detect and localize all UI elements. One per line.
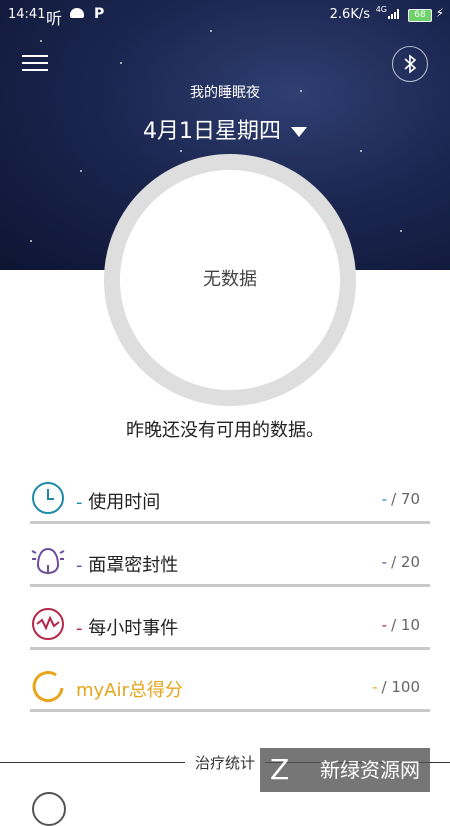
p-notification-icon: P [94, 6, 105, 22]
metric-usage-time[interactable]: - 使用时间 -/ 70 [24, 480, 430, 524]
network-type: 4G [375, 5, 387, 14]
android-icon [70, 8, 84, 18]
battery-indicator: 68 [408, 9, 432, 22]
status-bar: 14:41 听 P 2.6K/s 4G 68 ⚡ [0, 0, 450, 30]
metric-myair-score[interactable]: myAir总得分 -/ 100 [24, 668, 430, 712]
metric-value: -/ 10 [381, 616, 420, 634]
metric-divider [30, 709, 430, 712]
metric-divider [30, 521, 430, 524]
date-label: 4月1日星期四 [143, 119, 281, 144]
score-icon [32, 671, 64, 703]
watermark-text: 新绿资源网 [320, 758, 420, 782]
metric-label: - 每小时事件 [76, 618, 179, 639]
stats-icon [32, 792, 66, 826]
metric-value: -/ 70 [381, 490, 420, 508]
metric-mask-seal[interactable]: - 面罩密封性 -/ 20 [24, 543, 430, 587]
no-data-message: 昨晚还没有可用的数据。 [126, 420, 324, 441]
metric-value: -/ 100 [372, 678, 420, 696]
metric-divider [30, 584, 430, 587]
charging-icon: ⚡ [435, 6, 444, 20]
ring-status-text: 无数据 [203, 269, 257, 290]
metric-label: myAir总得分 [76, 680, 183, 701]
metric-divider [30, 647, 430, 650]
signal-icon [388, 9, 399, 19]
metric-value: -/ 20 [381, 553, 420, 571]
mask-icon [31, 547, 65, 575]
app-notification-icon: 听 [46, 9, 63, 28]
caret-down-icon [291, 127, 307, 137]
watermark: Z 新绿资源网 [260, 748, 430, 792]
bluetooth-button[interactable] [392, 46, 428, 82]
metric-label: - 使用时间 [76, 492, 161, 513]
page-subtitle: 我的睡眠夜 [190, 85, 260, 101]
date-selector[interactable]: 4月1日星期四 [0, 113, 450, 145]
menu-button[interactable] [22, 55, 48, 75]
network-speed: 2.6K/s [329, 7, 370, 22]
status-time: 14:41 [8, 7, 46, 22]
wave-icon [32, 608, 64, 640]
bluetooth-icon [404, 54, 417, 74]
clock-icon [32, 482, 64, 514]
watermark-logo-icon: Z [270, 753, 290, 786]
metric-label: - 面罩密封性 [76, 555, 179, 576]
metric-events-per-hour[interactable]: - 每小时事件 -/ 10 [24, 606, 430, 650]
score-ring: 无数据 [104, 154, 356, 406]
